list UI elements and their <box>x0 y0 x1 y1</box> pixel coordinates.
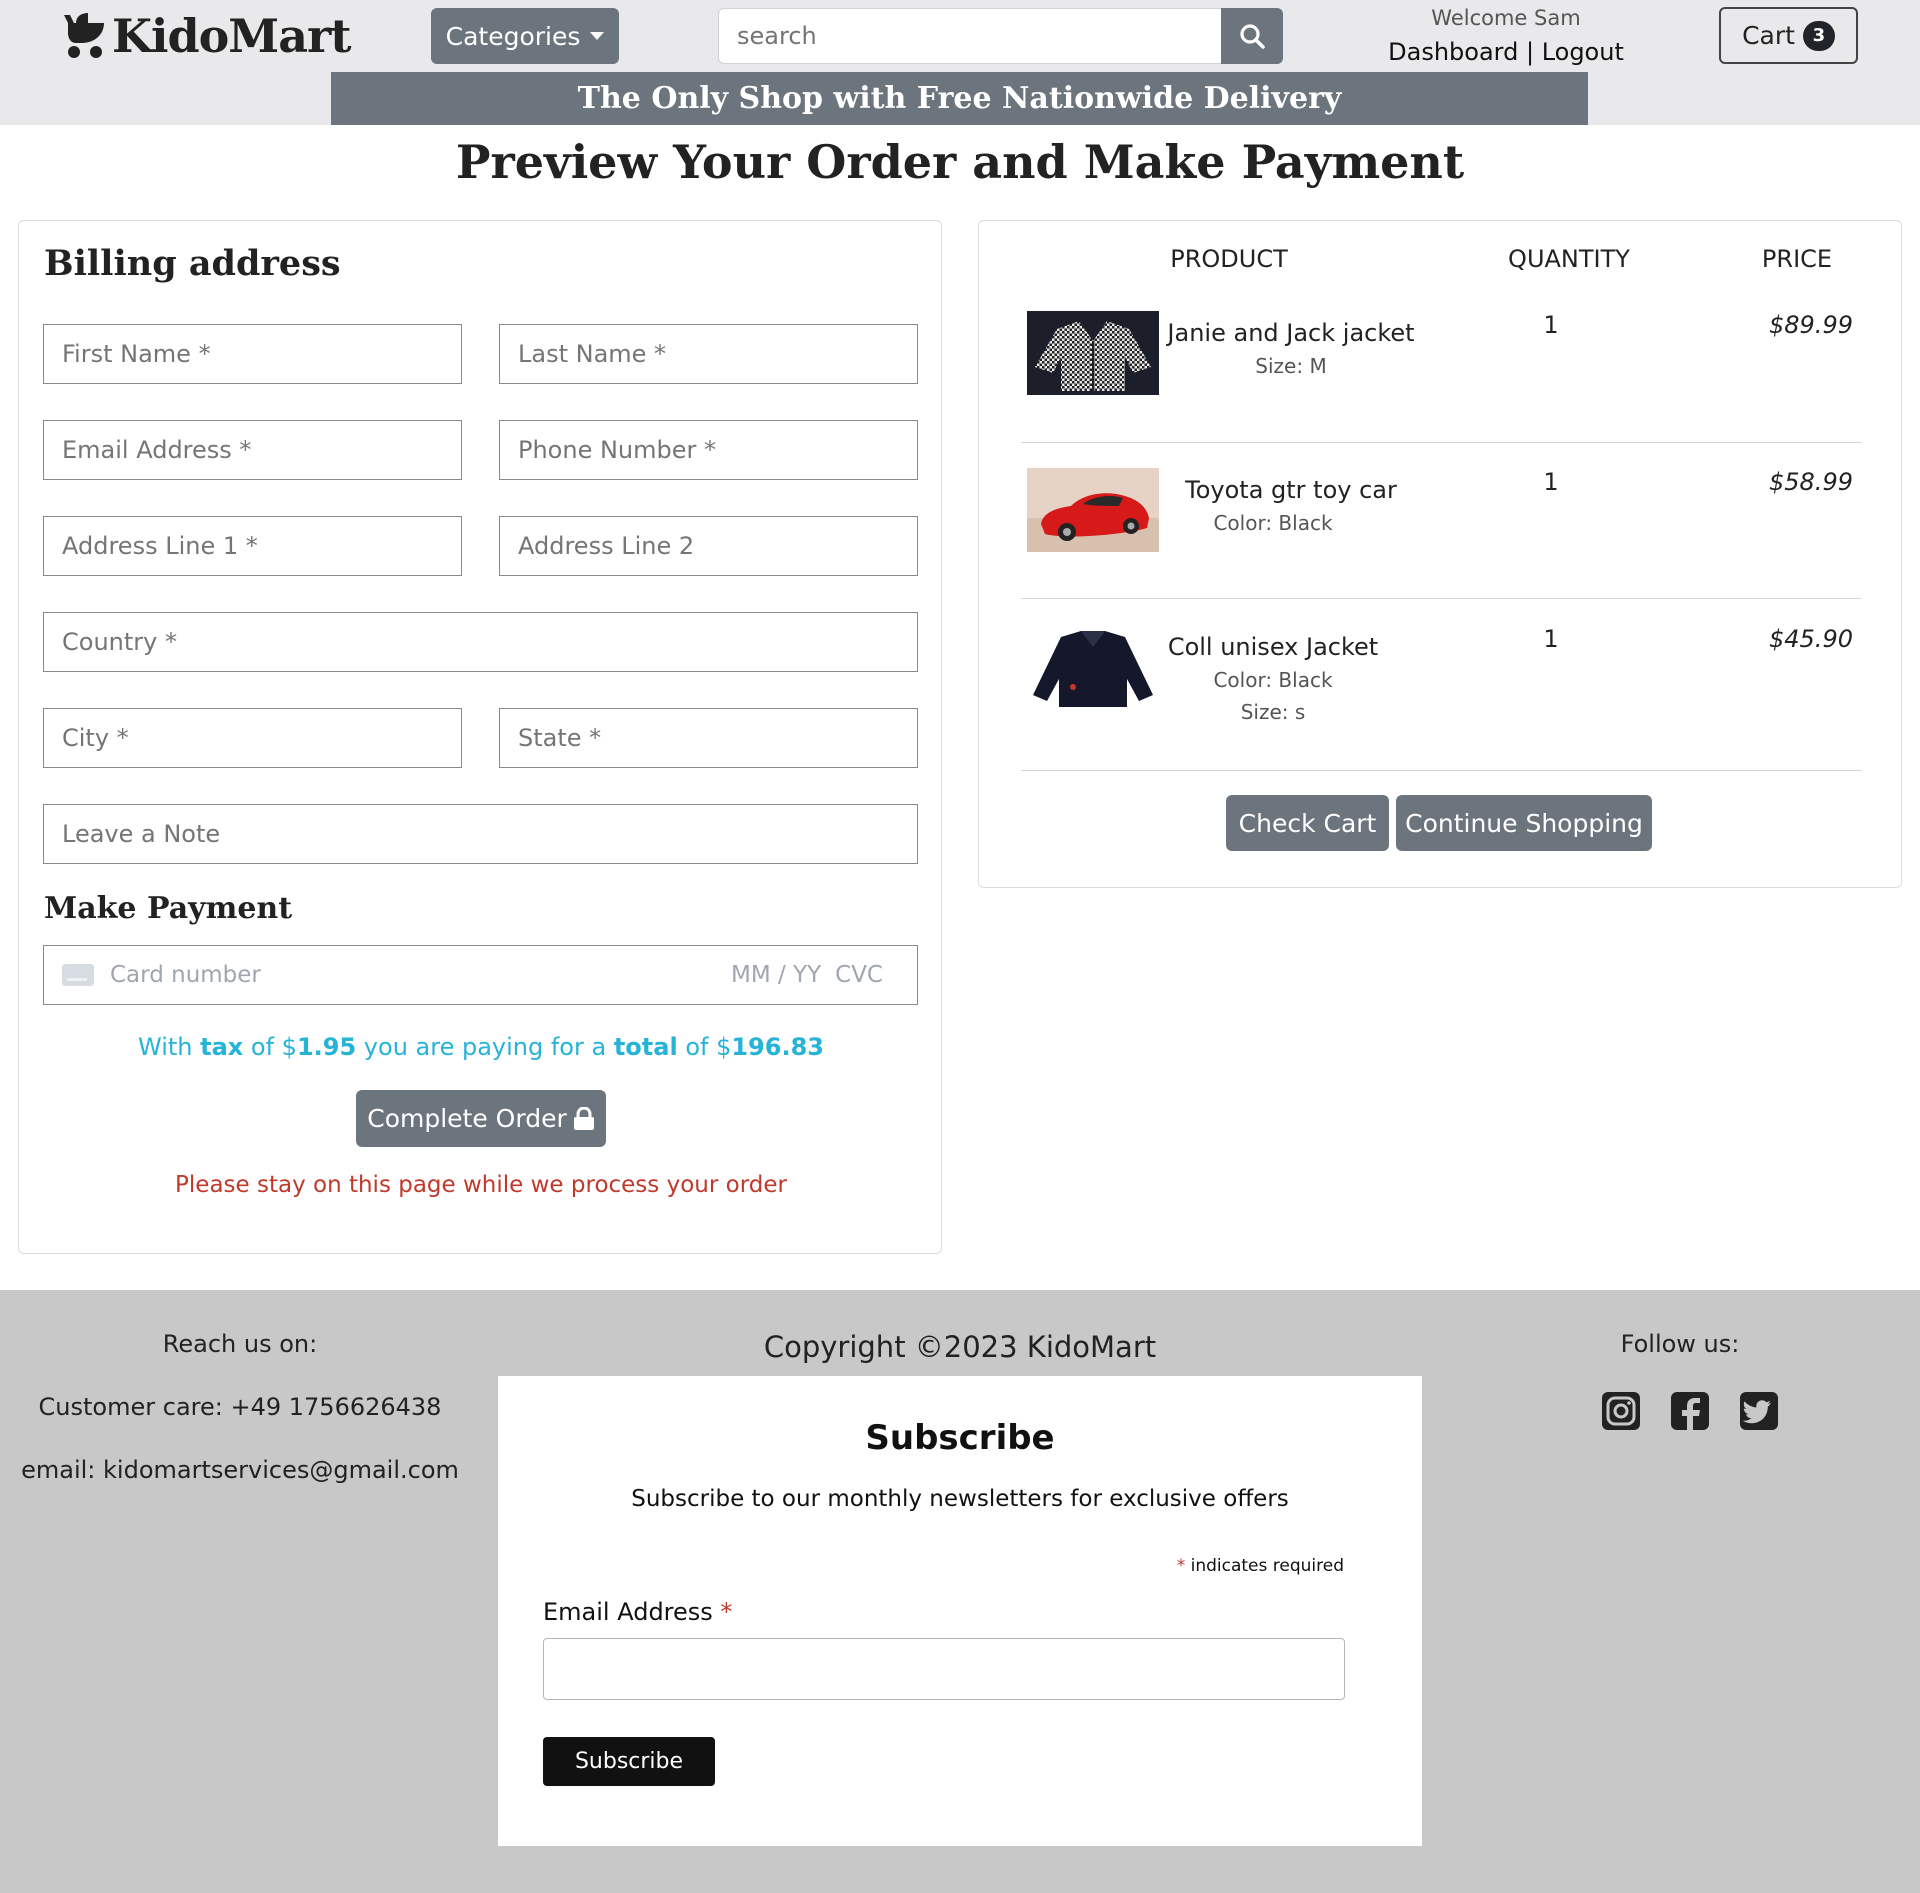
complete-order-button[interactable]: Complete Order <box>356 1090 606 1147</box>
twitter-icon[interactable] <box>1738 1390 1780 1432</box>
cart-button[interactable]: Cart 3 <box>1719 7 1858 64</box>
billing-title: Billing address <box>44 243 341 284</box>
item-price: $45.90 <box>1769 625 1853 653</box>
last-name-field[interactable] <box>499 324 918 384</box>
social-links <box>1600 1390 1780 1432</box>
welcome-text: Welcome Sam <box>1431 6 1581 30</box>
country-field[interactable] <box>43 612 918 672</box>
footer: Reach us on: Customer care: +49 17566264… <box>0 1290 1920 1893</box>
logo-text: KidoMart <box>112 9 352 63</box>
card-expiry-placeholder: MM / YY <box>730 962 822 988</box>
note-field[interactable] <box>43 804 918 864</box>
city-field[interactable] <box>43 708 462 768</box>
email-field[interactable] <box>43 420 462 480</box>
tax-mid: of $ <box>243 1033 297 1061</box>
contact-email[interactable]: email: kidomartservices@gmail.com <box>0 1456 480 1484</box>
item-name: Coll unisex Jacket <box>1167 633 1379 661</box>
caret-down-icon <box>590 32 605 40</box>
subscribe-title: Subscribe <box>865 1418 1055 1458</box>
cart-count-badge: 3 <box>1802 20 1835 51</box>
item-quantity: 1 <box>1543 468 1559 496</box>
dashboard-link[interactable]: Dashboard <box>1388 38 1518 66</box>
row-divider <box>1021 598 1861 599</box>
total-prefix: With <box>138 1033 201 1061</box>
address-line-1-field[interactable] <box>43 516 462 576</box>
processing-notice: Please stay on this page while we proces… <box>175 1172 787 1198</box>
subscribe-button[interactable]: Subscribe <box>543 1737 715 1786</box>
item-price: $89.99 <box>1769 311 1853 339</box>
product-column-header: PRODUCT <box>1170 245 1288 273</box>
item-quantity: 1 <box>1543 625 1559 653</box>
categories-label: Categories <box>445 21 581 51</box>
required-star: * <box>1176 1556 1186 1576</box>
account-links: Dashboard | Logout <box>1350 38 1662 66</box>
total-amount: 196.83 <box>731 1033 824 1061</box>
phone-field[interactable] <box>499 420 918 480</box>
item-attribute: Color: Black <box>1213 668 1333 692</box>
link-separator: | <box>1518 38 1542 66</box>
logout-link[interactable]: Logout <box>1542 38 1624 66</box>
item-attribute: Color: Black <box>1213 511 1333 535</box>
cart-item: Janie and Jack jacket Size: M 1 $89.99 <box>1021 309 1861 439</box>
follow-us-heading: Follow us: <box>1620 1330 1740 1358</box>
order-total-summary: With tax of $1.95 you are paying for a t… <box>19 1033 943 1061</box>
order-summary-card: PRODUCT QUANTITY PRICE Janie and Jack ja… <box>978 220 1902 888</box>
check-cart-button[interactable]: Check Cart <box>1226 795 1389 851</box>
tax-word: tax <box>200 1033 244 1061</box>
top-header: KidoMart Categories Welcome Sam Dashboar… <box>0 0 1920 125</box>
total-word: total <box>613 1033 678 1061</box>
state-field[interactable] <box>499 708 918 768</box>
address-line-2-field[interactable] <box>499 516 918 576</box>
subscribe-email-input[interactable] <box>543 1638 1345 1700</box>
tax-amount: 1.95 <box>296 1033 357 1061</box>
credit-card-icon <box>62 964 94 986</box>
reach-us-heading: Reach us on: <box>162 1330 318 1358</box>
row-divider <box>1021 442 1861 443</box>
customer-care-phone[interactable]: Customer care: +49 1756626438 <box>0 1393 480 1421</box>
cart-label: Cart <box>1742 21 1795 50</box>
search-button[interactable] <box>1221 8 1283 64</box>
email-label-text: Email Address <box>543 1598 721 1626</box>
lock-icon <box>573 1106 594 1130</box>
make-payment-title: Make Payment <box>44 891 293 926</box>
delivery-banner: The Only Shop with Free Nationwide Deliv… <box>331 72 1588 125</box>
instagram-icon[interactable] <box>1600 1390 1642 1432</box>
stroller-icon <box>64 13 104 58</box>
total-mid2: of $ <box>677 1033 732 1061</box>
item-attribute: Size: M <box>1255 354 1327 378</box>
search-input[interactable] <box>718 8 1222 64</box>
card-number-placeholder: Card number <box>110 962 261 988</box>
required-note-text: indicates required <box>1185 1556 1344 1576</box>
subscribe-email-label: Email Address * <box>543 1598 732 1626</box>
subscribe-form: Subscribe Subscribe to our monthly newsl… <box>498 1376 1422 1846</box>
billing-card: Billing address Make Payment Card number… <box>18 220 942 1254</box>
first-name-field[interactable] <box>43 324 462 384</box>
complete-order-label: Complete Order <box>367 1104 567 1133</box>
continue-shopping-button[interactable]: Continue Shopping <box>1396 795 1652 851</box>
quantity-column-header: QUANTITY <box>1508 245 1630 273</box>
price-column-header: PRICE <box>1761 245 1833 273</box>
facebook-icon[interactable] <box>1669 1390 1711 1432</box>
search-icon <box>1240 24 1265 49</box>
item-name: Janie and Jack jacket <box>1167 319 1415 347</box>
item-quantity: 1 <box>1543 311 1559 339</box>
categories-dropdown-button[interactable]: Categories <box>431 8 619 64</box>
total-mid: you are paying for a <box>356 1033 614 1061</box>
item-name: Toyota gtr toy car <box>1185 476 1397 504</box>
item-attribute: Size: s <box>1240 700 1306 724</box>
card-cvc-placeholder: CVC <box>835 962 883 988</box>
subscribe-description: Subscribe to our monthly newsletters for… <box>631 1486 1289 1512</box>
contact-info: Reach us on: Customer care: +49 17566264… <box>0 1330 480 1519</box>
cart-item: Toyota gtr toy car Color: Black 1 $58.99 <box>1021 466 1861 596</box>
item-price: $58.99 <box>1769 468 1853 496</box>
cart-item: Coll unisex Jacket Color: Black Size: s … <box>1021 623 1861 773</box>
card-input[interactable]: Card number MM / YY CVC <box>43 945 918 1005</box>
row-divider <box>1021 770 1861 771</box>
copyright: Copyright ©2023 KidoMart <box>763 1330 1157 1364</box>
logo[interactable]: KidoMart <box>60 8 352 64</box>
page-title: Preview Your Order and Make Payment <box>455 135 1465 189</box>
required-note: * indicates required <box>1177 1556 1344 1576</box>
email-required-star: * <box>720 1598 733 1626</box>
